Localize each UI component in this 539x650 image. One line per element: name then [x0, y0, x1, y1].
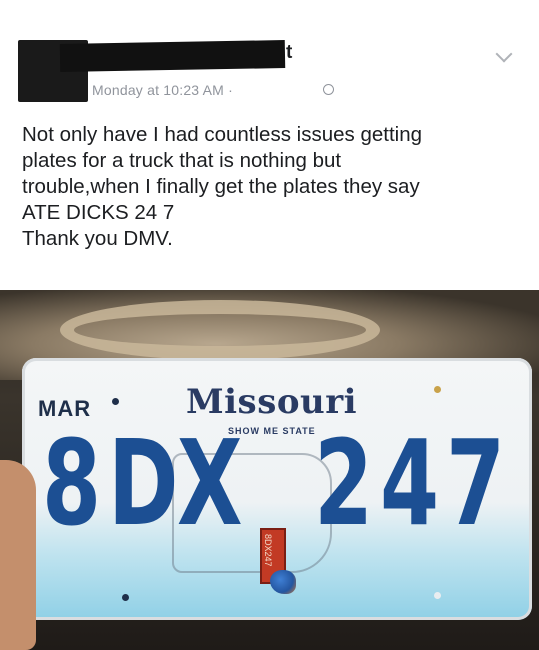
license-plate: MAR Missouri SHOW ME STATE 8 D X 8DX247 …	[22, 358, 532, 620]
plate-char: 8	[42, 414, 102, 552]
plate-char: 4	[380, 414, 440, 552]
plate-month-dot	[112, 398, 119, 405]
author-name-fragment[interactable]: t	[286, 42, 292, 64]
post-timestamp[interactable]: Monday at 10:23 AM ·	[92, 82, 233, 98]
steering-wheel	[60, 300, 380, 360]
plate-char: 2	[314, 414, 374, 552]
post-text-line: Not only have I had countless issues get…	[22, 123, 422, 146]
post-text-line: plates for a truck that is nothing but	[22, 149, 342, 172]
plate-bolt	[122, 594, 129, 601]
plate-char: X	[177, 414, 243, 552]
post-photo[interactable]: MAR Missouri SHOW ME STATE 8 D X 8DX247 …	[0, 290, 539, 650]
hand	[0, 460, 36, 650]
plate-bolt	[434, 386, 441, 393]
post-text-line: ATE DICKS 24 7	[22, 201, 175, 224]
name-redaction	[59, 40, 286, 72]
bluebird-icon	[270, 570, 296, 594]
post-body: Not only have I had countless issues get…	[22, 122, 522, 252]
chevron-down-icon[interactable]	[495, 45, 513, 63]
post-header: t Monday at 10:23 AM ·	[0, 0, 539, 110]
plate-char: 7	[446, 414, 506, 552]
globe-icon	[323, 84, 334, 95]
sticker-text: 8DX247	[263, 534, 273, 567]
post-text-line: Thank you DMV.	[22, 227, 173, 250]
plate-char: D	[108, 414, 179, 552]
plate-bolt	[434, 592, 441, 599]
post-text-line: trouble,when I finally get the plates th…	[22, 175, 420, 198]
